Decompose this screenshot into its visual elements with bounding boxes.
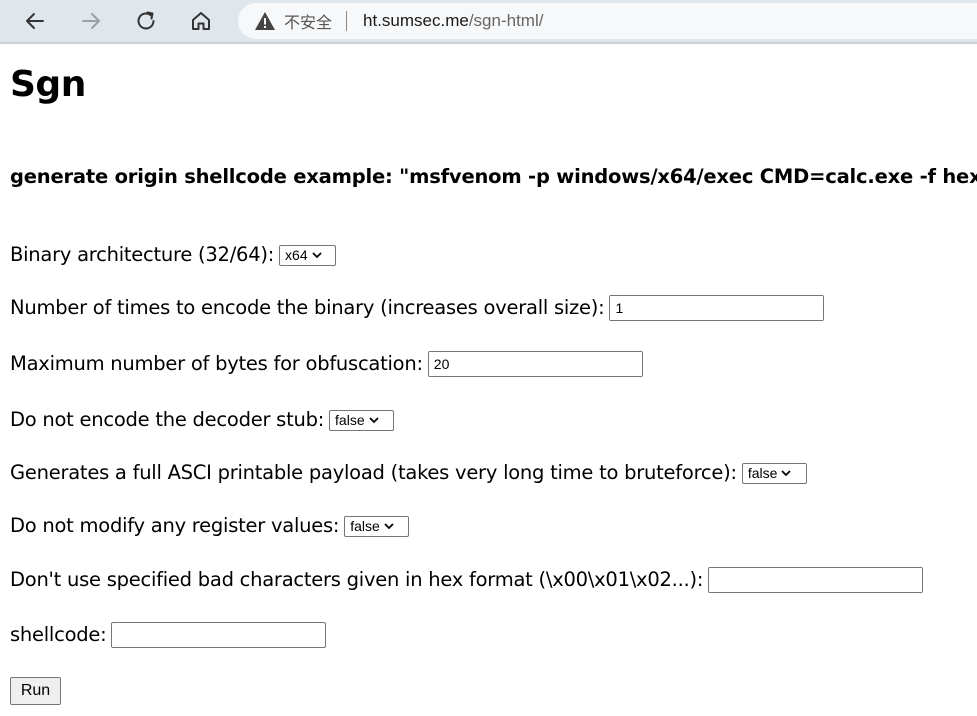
url-text[interactable]: ht.sumsec.me/sgn-html/: [363, 11, 543, 31]
page-title: Sgn: [10, 64, 86, 105]
address-bar[interactable]: 不安全 ht.sumsec.me/sgn-html/: [238, 3, 977, 39]
ascii-row: Generates a full ASCI printable payload …: [10, 459, 807, 487]
address-separator: [346, 11, 348, 31]
security-label[interactable]: 不安全: [284, 9, 332, 33]
home-icon: [192, 12, 210, 30]
arch-select[interactable]: x64: [279, 244, 337, 266]
url-path: /sgn-html/: [468, 11, 544, 30]
back-button[interactable]: [19, 5, 51, 37]
safe-label: Do not modify any register values:: [10, 514, 340, 537]
max-obfuscation-row: Maximum number of bytes for obfuscation:: [10, 350, 643, 378]
ascii-select[interactable]: false: [741, 462, 807, 484]
shellcode-input[interactable]: [111, 622, 327, 648]
arch-label: Binary architecture (32/64):: [10, 243, 275, 266]
arch-row: Binary architecture (32/64): x64: [10, 241, 337, 269]
max-obfuscation-label: Maximum number of bytes for obfuscation:: [10, 352, 423, 375]
max-obfuscation-input[interactable]: [427, 351, 643, 377]
browser-toolbar: 不安全 ht.sumsec.me/sgn-html/: [0, 0, 977, 44]
encode-times-label: Number of times to encode the binary (in…: [10, 296, 605, 319]
warning-triangle-icon[interactable]: [254, 10, 276, 32]
arch-select-value: x64: [285, 247, 308, 263]
encode-times-row: Number of times to encode the binary (in…: [10, 294, 825, 322]
back-arrow-icon: [26, 13, 44, 29]
safe-select[interactable]: false: [344, 515, 410, 537]
badchars-row: Don't use specified bad characters given…: [10, 566, 924, 594]
reload-icon: [137, 11, 155, 30]
ascii-label: Generates a full ASCI printable payload …: [10, 461, 737, 484]
shellcode-label: shellcode:: [10, 623, 107, 646]
chevron-down-icon: [384, 522, 394, 530]
chevron-down-icon: [781, 469, 792, 477]
ascii-select-value: false: [747, 465, 778, 481]
run-button[interactable]: Run: [10, 677, 61, 705]
home-button[interactable]: [185, 5, 217, 37]
plain-decoder-row: Do not encode the decoder stub: false: [10, 406, 395, 434]
reload-button[interactable]: [130, 5, 162, 37]
shellcode-row: shellcode:: [10, 621, 327, 649]
badchars-label: Don't use specified bad characters given…: [10, 568, 704, 591]
url-host: ht.sumsec.me: [363, 11, 469, 30]
safe-row: Do not modify any register values: false: [10, 512, 410, 540]
page-subtitle: generate origin shellcode example: "msfv…: [10, 165, 977, 188]
chevron-down-icon: [368, 416, 379, 424]
plain-decoder-select[interactable]: false: [329, 409, 395, 431]
badchars-input[interactable]: [708, 567, 924, 593]
safe-select-value: false: [350, 518, 380, 534]
encode-times-input[interactable]: [609, 295, 825, 321]
forward-button[interactable]: [75, 5, 107, 37]
plain-decoder-select-value: false: [335, 412, 365, 428]
plain-decoder-label: Do not encode the decoder stub:: [10, 408, 325, 431]
chevron-down-icon: [311, 251, 322, 259]
forward-arrow-icon: [82, 13, 100, 29]
